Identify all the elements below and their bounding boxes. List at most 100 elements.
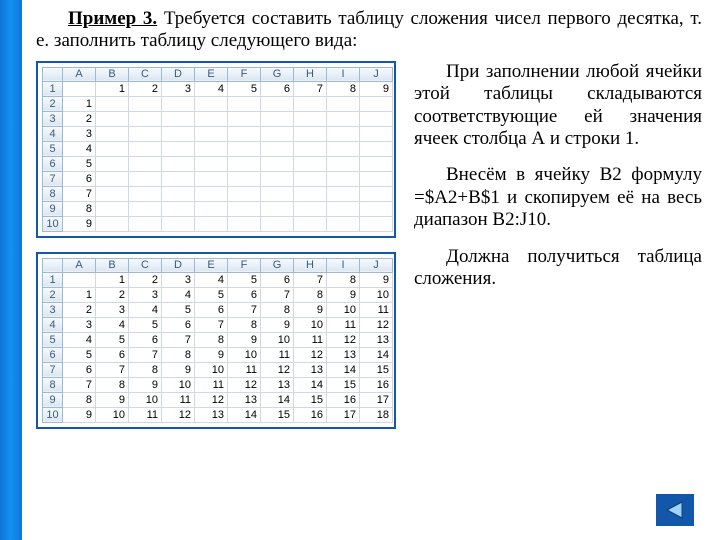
cell: 6 xyxy=(129,332,162,347)
cell xyxy=(162,96,195,111)
cell xyxy=(195,201,228,216)
cell: 11 xyxy=(327,317,360,332)
cell: 17 xyxy=(360,392,393,407)
cell: 3 xyxy=(63,126,96,141)
cell xyxy=(162,141,195,156)
row-header: 4 xyxy=(43,317,63,332)
cell xyxy=(294,216,327,231)
cell xyxy=(129,186,162,201)
cell xyxy=(96,216,129,231)
cell xyxy=(360,111,393,126)
cell: 10 xyxy=(294,317,327,332)
cell: 5 xyxy=(162,302,195,317)
cell: 10 xyxy=(228,347,261,362)
cell xyxy=(360,201,393,216)
col-header: H xyxy=(294,67,327,81)
cell: 11 xyxy=(228,362,261,377)
cell: 7 xyxy=(96,362,129,377)
cell xyxy=(96,141,129,156)
cell xyxy=(327,201,360,216)
cell: 4 xyxy=(195,272,228,287)
cell xyxy=(327,96,360,111)
cell: 4 xyxy=(96,317,129,332)
cell xyxy=(228,111,261,126)
cell: 13 xyxy=(195,407,228,422)
cell: 12 xyxy=(294,347,327,362)
cell: 11 xyxy=(360,302,393,317)
cell: 6 xyxy=(228,287,261,302)
cell: 11 xyxy=(294,332,327,347)
col-header: C xyxy=(129,67,162,81)
col-header: E xyxy=(195,258,228,272)
row-header: 5 xyxy=(43,141,63,156)
cell: 6 xyxy=(96,347,129,362)
col-header: E xyxy=(195,67,228,81)
cell xyxy=(195,111,228,126)
cell: 6 xyxy=(261,272,294,287)
cell: 2 xyxy=(63,111,96,126)
cell: 15 xyxy=(360,362,393,377)
row-header: 1 xyxy=(43,272,63,287)
cell: 11 xyxy=(261,347,294,362)
cell xyxy=(360,156,393,171)
cell xyxy=(96,96,129,111)
cell: 4 xyxy=(195,81,228,96)
cell: 10 xyxy=(162,377,195,392)
cell: 10 xyxy=(360,287,393,302)
cell: 12 xyxy=(327,332,360,347)
cell: 9 xyxy=(360,81,393,96)
cell: 8 xyxy=(63,392,96,407)
cell xyxy=(360,96,393,111)
cell xyxy=(129,141,162,156)
cell xyxy=(228,96,261,111)
cell: 1 xyxy=(96,272,129,287)
cell xyxy=(162,186,195,201)
cell: 8 xyxy=(162,347,195,362)
row-header: 7 xyxy=(43,362,63,377)
spreadsheet-result: ABCDEFGHIJ112345678921234567891032345678… xyxy=(36,252,396,429)
cell xyxy=(96,111,129,126)
col-header: I xyxy=(327,258,360,272)
cell: 3 xyxy=(96,302,129,317)
cell: 6 xyxy=(195,302,228,317)
cell xyxy=(327,186,360,201)
row-header: 10 xyxy=(43,216,63,231)
cell: 8 xyxy=(129,362,162,377)
cell xyxy=(162,216,195,231)
cell: 9 xyxy=(96,392,129,407)
cell: 7 xyxy=(294,272,327,287)
cell xyxy=(294,201,327,216)
cell: 4 xyxy=(63,332,96,347)
cell xyxy=(294,186,327,201)
cell: 8 xyxy=(63,201,96,216)
cell: 2 xyxy=(129,272,162,287)
cell: 9 xyxy=(327,287,360,302)
col-header: D xyxy=(162,258,195,272)
cell: 13 xyxy=(360,332,393,347)
cell: 15 xyxy=(327,377,360,392)
row-header: 4 xyxy=(43,126,63,141)
cell: 1 xyxy=(96,81,129,96)
cell xyxy=(129,156,162,171)
cell xyxy=(294,96,327,111)
left-accent-bar xyxy=(0,0,22,540)
row-header: 6 xyxy=(43,347,63,362)
cell: 8 xyxy=(228,317,261,332)
cell: 15 xyxy=(261,407,294,422)
cell: 2 xyxy=(63,302,96,317)
cell: 9 xyxy=(129,377,162,392)
cell: 7 xyxy=(294,81,327,96)
cell xyxy=(261,111,294,126)
cell: 10 xyxy=(129,392,162,407)
cell xyxy=(327,171,360,186)
cell xyxy=(261,216,294,231)
back-button[interactable] xyxy=(656,494,694,526)
cell: 8 xyxy=(294,287,327,302)
cell: 13 xyxy=(327,347,360,362)
cell xyxy=(129,171,162,186)
cell xyxy=(327,216,360,231)
cell: 5 xyxy=(228,81,261,96)
cell: 9 xyxy=(63,216,96,231)
cell: 9 xyxy=(261,317,294,332)
cell xyxy=(294,111,327,126)
